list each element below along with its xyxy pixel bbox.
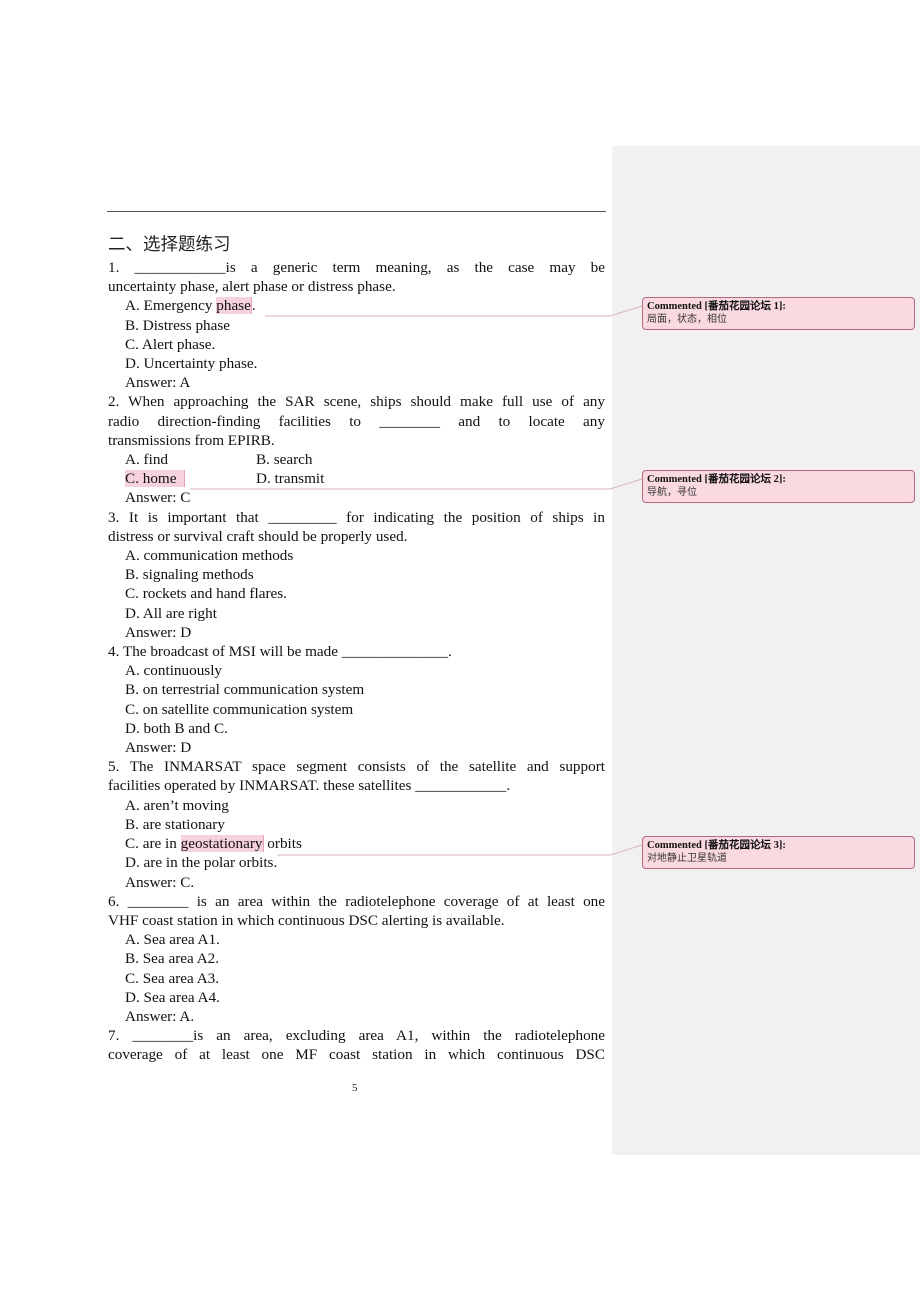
option-a: A. aren’t moving xyxy=(125,796,229,814)
answer: Answer: D xyxy=(125,623,192,641)
option-b: B. are stationary xyxy=(125,815,225,833)
question-stem: radio direction-finding facilities to __… xyxy=(108,412,605,430)
option-a: A. find xyxy=(125,451,169,469)
question-stem: VHF coast station in which continuous DS… xyxy=(108,911,505,929)
option-c: C. Sea area A3. xyxy=(125,969,220,987)
comment-header: Commented [番茄花园论坛 1]: xyxy=(647,301,786,312)
option-d: D. are in the polar orbits. xyxy=(125,854,278,872)
option-b: B. Sea area A2. xyxy=(125,950,220,968)
comment-header: Commented [番茄花园论坛 2]: xyxy=(647,474,786,485)
question-stem: 4. The broadcast of MSI will be made ___… xyxy=(108,643,452,661)
option-a: A. communication methods xyxy=(125,547,294,565)
question-6: 6. ________ is an area within the radiot… xyxy=(108,892,605,1026)
option-b: B. signaling methods xyxy=(125,566,254,584)
comment-header: Commented [番茄花园论坛 3]: xyxy=(647,840,786,851)
comment-body: 对地静止卫星轨道 xyxy=(647,853,727,864)
comment-body: 导航，寻位 xyxy=(647,487,697,498)
option-c: C. Alert phase. xyxy=(125,335,216,353)
option-d: D. transmit xyxy=(256,470,325,488)
option-d: D. All are right xyxy=(125,604,217,622)
comment-highlight-3[interactable]: geostationary xyxy=(180,835,264,853)
question-stem: transmissions from EPIRB. xyxy=(108,431,275,449)
question-stem: coverage of at least one MF coast statio… xyxy=(108,1046,605,1064)
page-number: 5 xyxy=(352,1082,358,1094)
option-b: B. on terrestrial communication system xyxy=(125,681,365,699)
question-stem: 1. ____________is a generic term meaning… xyxy=(108,259,605,276)
question-stem: uncertainty phase, alert phase or distre… xyxy=(108,278,396,296)
document-body: 二、选择题练习 1. ____________is a generic term… xyxy=(108,233,605,1065)
section-title: 二、选择题练习 xyxy=(108,235,231,255)
option-c: C. home xyxy=(125,469,256,488)
option-c: C. on satellite communication system xyxy=(125,700,354,718)
answer: Answer: D xyxy=(125,739,192,757)
comment-balloon-3[interactable]: Commented [番茄花园论坛 3]: 对地静止卫星轨道 xyxy=(642,836,915,869)
option-d: D. both B and C. xyxy=(125,719,228,737)
question-3: 3. It is important that _________ for in… xyxy=(108,508,605,642)
comment-balloon-2[interactable]: Commented [番茄花园论坛 2]: 导航，寻位 xyxy=(642,470,915,503)
comment-body: 局面，状态，相位 xyxy=(647,314,727,325)
option-d: D. Sea area A4. xyxy=(125,988,220,1006)
option-c: C. are in geostationary orbits xyxy=(125,835,302,853)
option-row: C. home D. transmit xyxy=(108,469,605,488)
option-row: A. find B. search xyxy=(108,450,605,469)
question-2: 2. When approaching the SAR scene, ships… xyxy=(108,392,605,507)
question-stem: facilities operated by INMARSAT. these s… xyxy=(108,777,511,795)
comment-highlight-2[interactable]: C. home xyxy=(125,470,186,488)
question-1: 1. ____________is a generic term meaning… xyxy=(108,258,605,392)
question-stem: 2. When approaching the SAR scene, ships… xyxy=(108,393,605,411)
question-7: 7. ________is an area, excluding area A1… xyxy=(108,1026,605,1064)
option-c: C. rockets and hand flares. xyxy=(125,585,287,603)
header-rule xyxy=(107,211,606,212)
question-stem: 5. The INMARSAT space segment consists o… xyxy=(108,758,605,776)
option-d: D. Uncertainty phase. xyxy=(125,355,258,373)
question-stem: 6. ________ is an area within the radiot… xyxy=(108,892,605,910)
option-b: B. search xyxy=(256,451,313,469)
option-b: B. Distress phase xyxy=(125,316,231,334)
answer: Answer: A xyxy=(125,374,191,392)
question-5: 5. The INMARSAT space segment consists o… xyxy=(108,757,605,891)
question-stem: 7. ________is an area, excluding area A1… xyxy=(108,1027,605,1045)
comment-balloon-1[interactable]: Commented [番茄花园论坛 1]: 局面，状态，相位 xyxy=(642,297,915,330)
comment-highlight-1[interactable]: phase xyxy=(216,297,252,315)
option-a: A. continuously xyxy=(125,662,223,680)
question-stem: 3. It is important that _________ for in… xyxy=(108,508,605,526)
answer: Answer: C xyxy=(125,489,191,507)
question-4: 4. The broadcast of MSI will be made ___… xyxy=(108,642,605,757)
option-a: A. Sea area A1. xyxy=(125,931,220,949)
answer: Answer: A. xyxy=(125,1007,195,1025)
answer: Answer: C. xyxy=(125,873,195,891)
option-a: A. Emergency phase. xyxy=(125,297,256,315)
question-stem: distress or survival craft should be pro… xyxy=(108,527,408,545)
